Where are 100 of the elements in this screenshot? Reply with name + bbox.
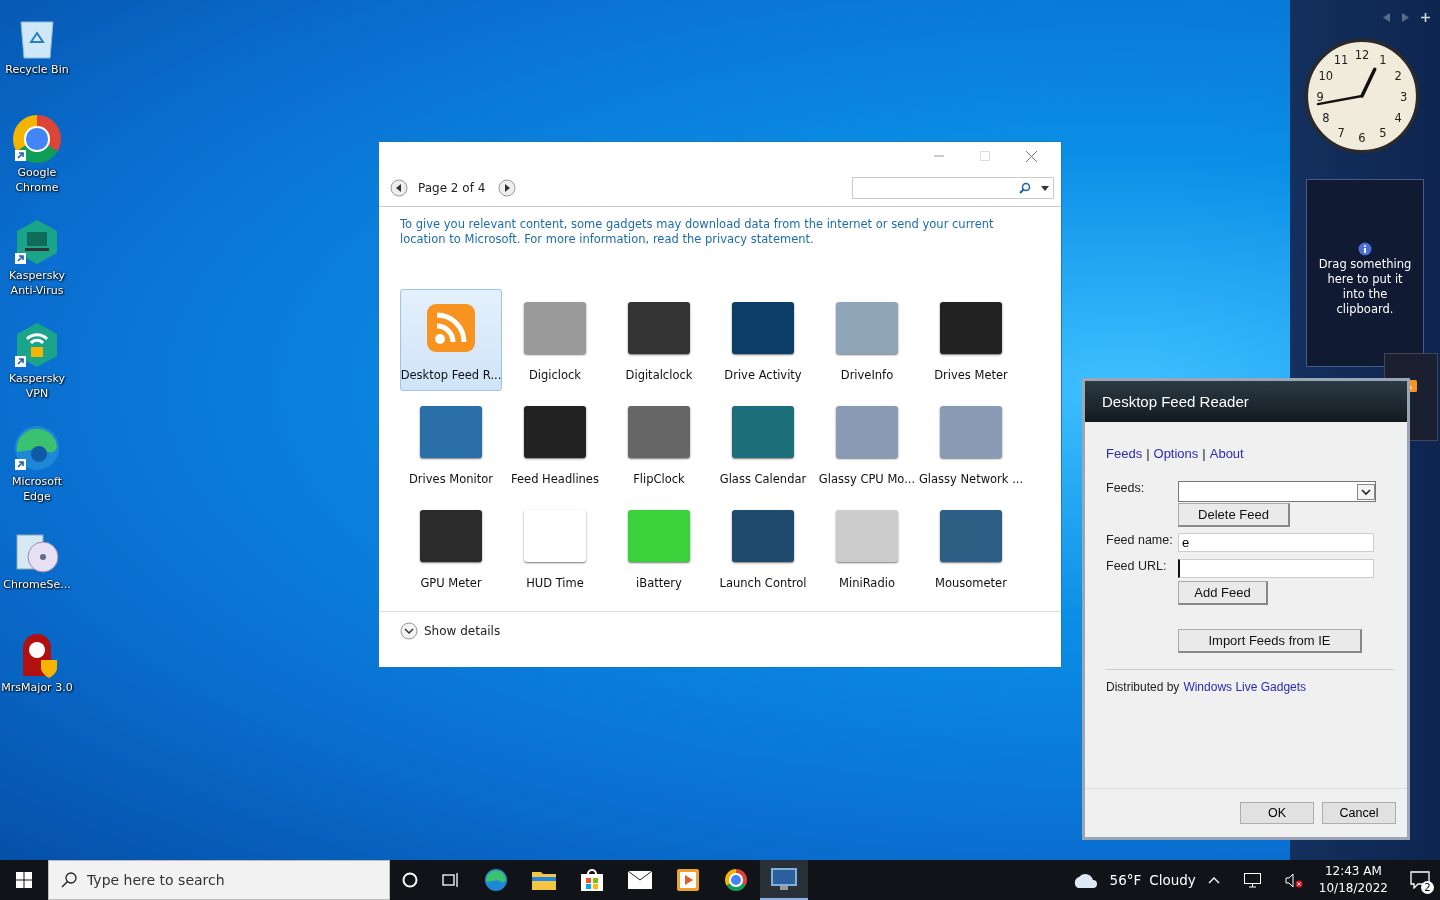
privacy-notice[interactable]: To give you relevant content, some gadgets may download data from the internet or send your current location to Microsoft. For more information, read the privacy statement. xyxy=(400,217,1021,289)
gadget-tile[interactable]: iBattery xyxy=(608,497,710,599)
expand-chevron-icon[interactable] xyxy=(400,622,418,640)
edge-icon[interactable] xyxy=(13,424,61,472)
feeds-dropdown[interactable] xyxy=(1178,481,1376,502)
right-arrow-icon[interactable] xyxy=(1402,12,1409,22)
windows-start-icon[interactable] xyxy=(16,872,32,888)
chrome-icon[interactable] xyxy=(13,115,61,163)
add-feed-button[interactable]: Add Feed xyxy=(1178,581,1268,605)
gadget-tile[interactable]: MiniRadio xyxy=(816,497,918,599)
desktop-icon-label[interactable]: Kaspersky VPN xyxy=(0,371,74,401)
page-indicator: Page 2 of 4 xyxy=(418,181,487,195)
weather-condition[interactable]: Cloudy xyxy=(1149,872,1196,888)
gadget-tile[interactable]: Drives Meter xyxy=(920,289,1022,391)
gadget-thumbnail xyxy=(940,302,1002,354)
info-icon xyxy=(1358,241,1372,256)
cancel-button[interactable]: Cancel xyxy=(1322,802,1396,824)
shopping-bag-icon xyxy=(581,869,603,891)
taskbar-search-field[interactable]: Type here to search xyxy=(48,860,390,900)
chevron-down-icon[interactable] xyxy=(1357,483,1375,500)
gadget-tile[interactable]: Mousometer xyxy=(920,497,1022,599)
left-arrow-icon[interactable] xyxy=(1383,12,1390,22)
field-label: Feed name: xyxy=(1106,533,1174,547)
gadget-tile[interactable]: Glass Calendar xyxy=(712,393,814,495)
gadget-tile[interactable]: GPU Meter xyxy=(400,497,502,599)
notification-icon[interactable] xyxy=(1410,871,1430,889)
clock-date[interactable]: 10/18/2022 xyxy=(1318,880,1388,897)
delete-feed-button[interactable]: Delete Feed xyxy=(1178,503,1290,527)
desktop-icon-label[interactable]: Recycle Bin xyxy=(5,62,69,77)
dropdown-arrow-icon[interactable] xyxy=(1041,185,1049,191)
gadget-tile[interactable]: HUD Time xyxy=(504,497,606,599)
analog-clock-drawing: 11 12 1 10 2 9 3 8 4 7 6 5 xyxy=(1304,38,1420,154)
folder-icon xyxy=(532,870,556,890)
gadget-tile[interactable]: Glassy CPU Mo... xyxy=(816,393,918,495)
tab-link[interactable]: Options xyxy=(1153,446,1199,461)
clock-time[interactable]: 12:43 AM xyxy=(1324,863,1382,880)
desktop-icon-label[interactable]: ChromeSe... xyxy=(3,577,71,592)
gadget-thumbnail xyxy=(524,406,586,458)
import-feeds-button[interactable]: Import Feeds from IE xyxy=(1178,629,1362,653)
gadget-thumbnail xyxy=(628,510,690,562)
cortana-circle-icon[interactable] xyxy=(402,872,418,888)
gadget-tile[interactable]: Glassy Network ... xyxy=(920,393,1022,495)
notification-count: 2 xyxy=(1421,881,1434,894)
link-separator: | xyxy=(1202,446,1206,461)
close-icon[interactable] xyxy=(1026,150,1037,162)
gadget-thumbnail xyxy=(732,302,794,354)
add-icon[interactable] xyxy=(1421,12,1430,22)
task-view-icon[interactable] xyxy=(442,872,460,888)
field-label: Feeds: xyxy=(1106,481,1146,495)
gadget-thumbnail xyxy=(836,302,898,354)
gadget-tile[interactable]: Feed Headlines xyxy=(504,393,606,495)
gadget-tile[interactable]: FlipClock xyxy=(608,393,710,495)
edge-icon xyxy=(484,868,508,892)
gadget-thumbnail xyxy=(732,406,794,458)
link-separator: | xyxy=(1146,446,1150,461)
taskbar-app[interactable] xyxy=(760,860,808,900)
temperature[interactable]: 56°F xyxy=(1109,872,1142,888)
muted-speaker-icon[interactable] xyxy=(1284,872,1303,888)
gadget-tile[interactable]: Digiclock xyxy=(504,289,606,391)
gadget-tile[interactable]: Drives Monitor xyxy=(400,393,502,495)
credit-link[interactable]: Windows Live Gadgets xyxy=(1183,680,1307,694)
credit-text: Distributed by xyxy=(1106,680,1180,694)
gadget-thumbnail xyxy=(732,510,794,562)
gadget-thumbnail xyxy=(628,302,690,354)
previous-page-icon[interactable] xyxy=(390,179,408,197)
network-icon[interactable] xyxy=(1243,872,1261,888)
desktop-icon-label[interactable]: Microsoft Edge xyxy=(0,474,74,504)
ok-button[interactable]: OK xyxy=(1240,802,1314,824)
dialog-title: Desktop Feed Reader xyxy=(1085,381,1407,422)
envelope-icon xyxy=(628,871,652,889)
gadget-thumbnail xyxy=(940,406,1002,458)
gadget-tile[interactable]: Drive Activity xyxy=(712,289,814,391)
gadget-thumbnail xyxy=(836,510,898,562)
tab-link[interactable]: About xyxy=(1209,446,1244,461)
gadget-tile[interactable]: Launch Control xyxy=(712,497,814,599)
clipboard-hint: Drag something here to put it into the clipboard. xyxy=(1317,256,1413,317)
gadget-tile[interactable]: Desktop Feed R... xyxy=(400,289,502,391)
chevron-up-icon[interactable] xyxy=(1207,876,1220,884)
gadget-thumbnail xyxy=(420,510,482,562)
gadget-tile[interactable]: DriveInfo xyxy=(816,289,918,391)
feed-name-field[interactable]: e xyxy=(1178,533,1374,552)
search-icon xyxy=(61,872,77,888)
gadget-thumbnail xyxy=(524,510,586,562)
field-label: Feed URL: xyxy=(1106,559,1168,573)
search-icon[interactable] xyxy=(1019,182,1031,194)
show-details-link[interactable]: Show details xyxy=(424,624,501,638)
gadget-tile[interactable]: Digitalclock xyxy=(608,289,710,391)
chrome-icon xyxy=(725,869,747,891)
tab-link[interactable]: Feeds xyxy=(1106,446,1143,461)
feed-url-field[interactable] xyxy=(1178,559,1374,578)
next-page-icon[interactable] xyxy=(498,179,516,197)
gadget-thumbnail xyxy=(628,406,690,458)
gadget-thumbnail xyxy=(524,302,586,354)
desktop-icon-label[interactable]: Kaspersky Anti-Virus xyxy=(0,268,74,298)
gadget-thumbnail xyxy=(940,510,1002,562)
monitor-icon xyxy=(771,868,797,890)
desktop-icon-label[interactable]: Google Chrome xyxy=(0,165,74,195)
desktop-icon-label[interactable]: MrsMajor 3.0 xyxy=(1,680,73,695)
media-player-icon xyxy=(677,869,699,891)
search-field[interactable] xyxy=(852,177,1054,199)
